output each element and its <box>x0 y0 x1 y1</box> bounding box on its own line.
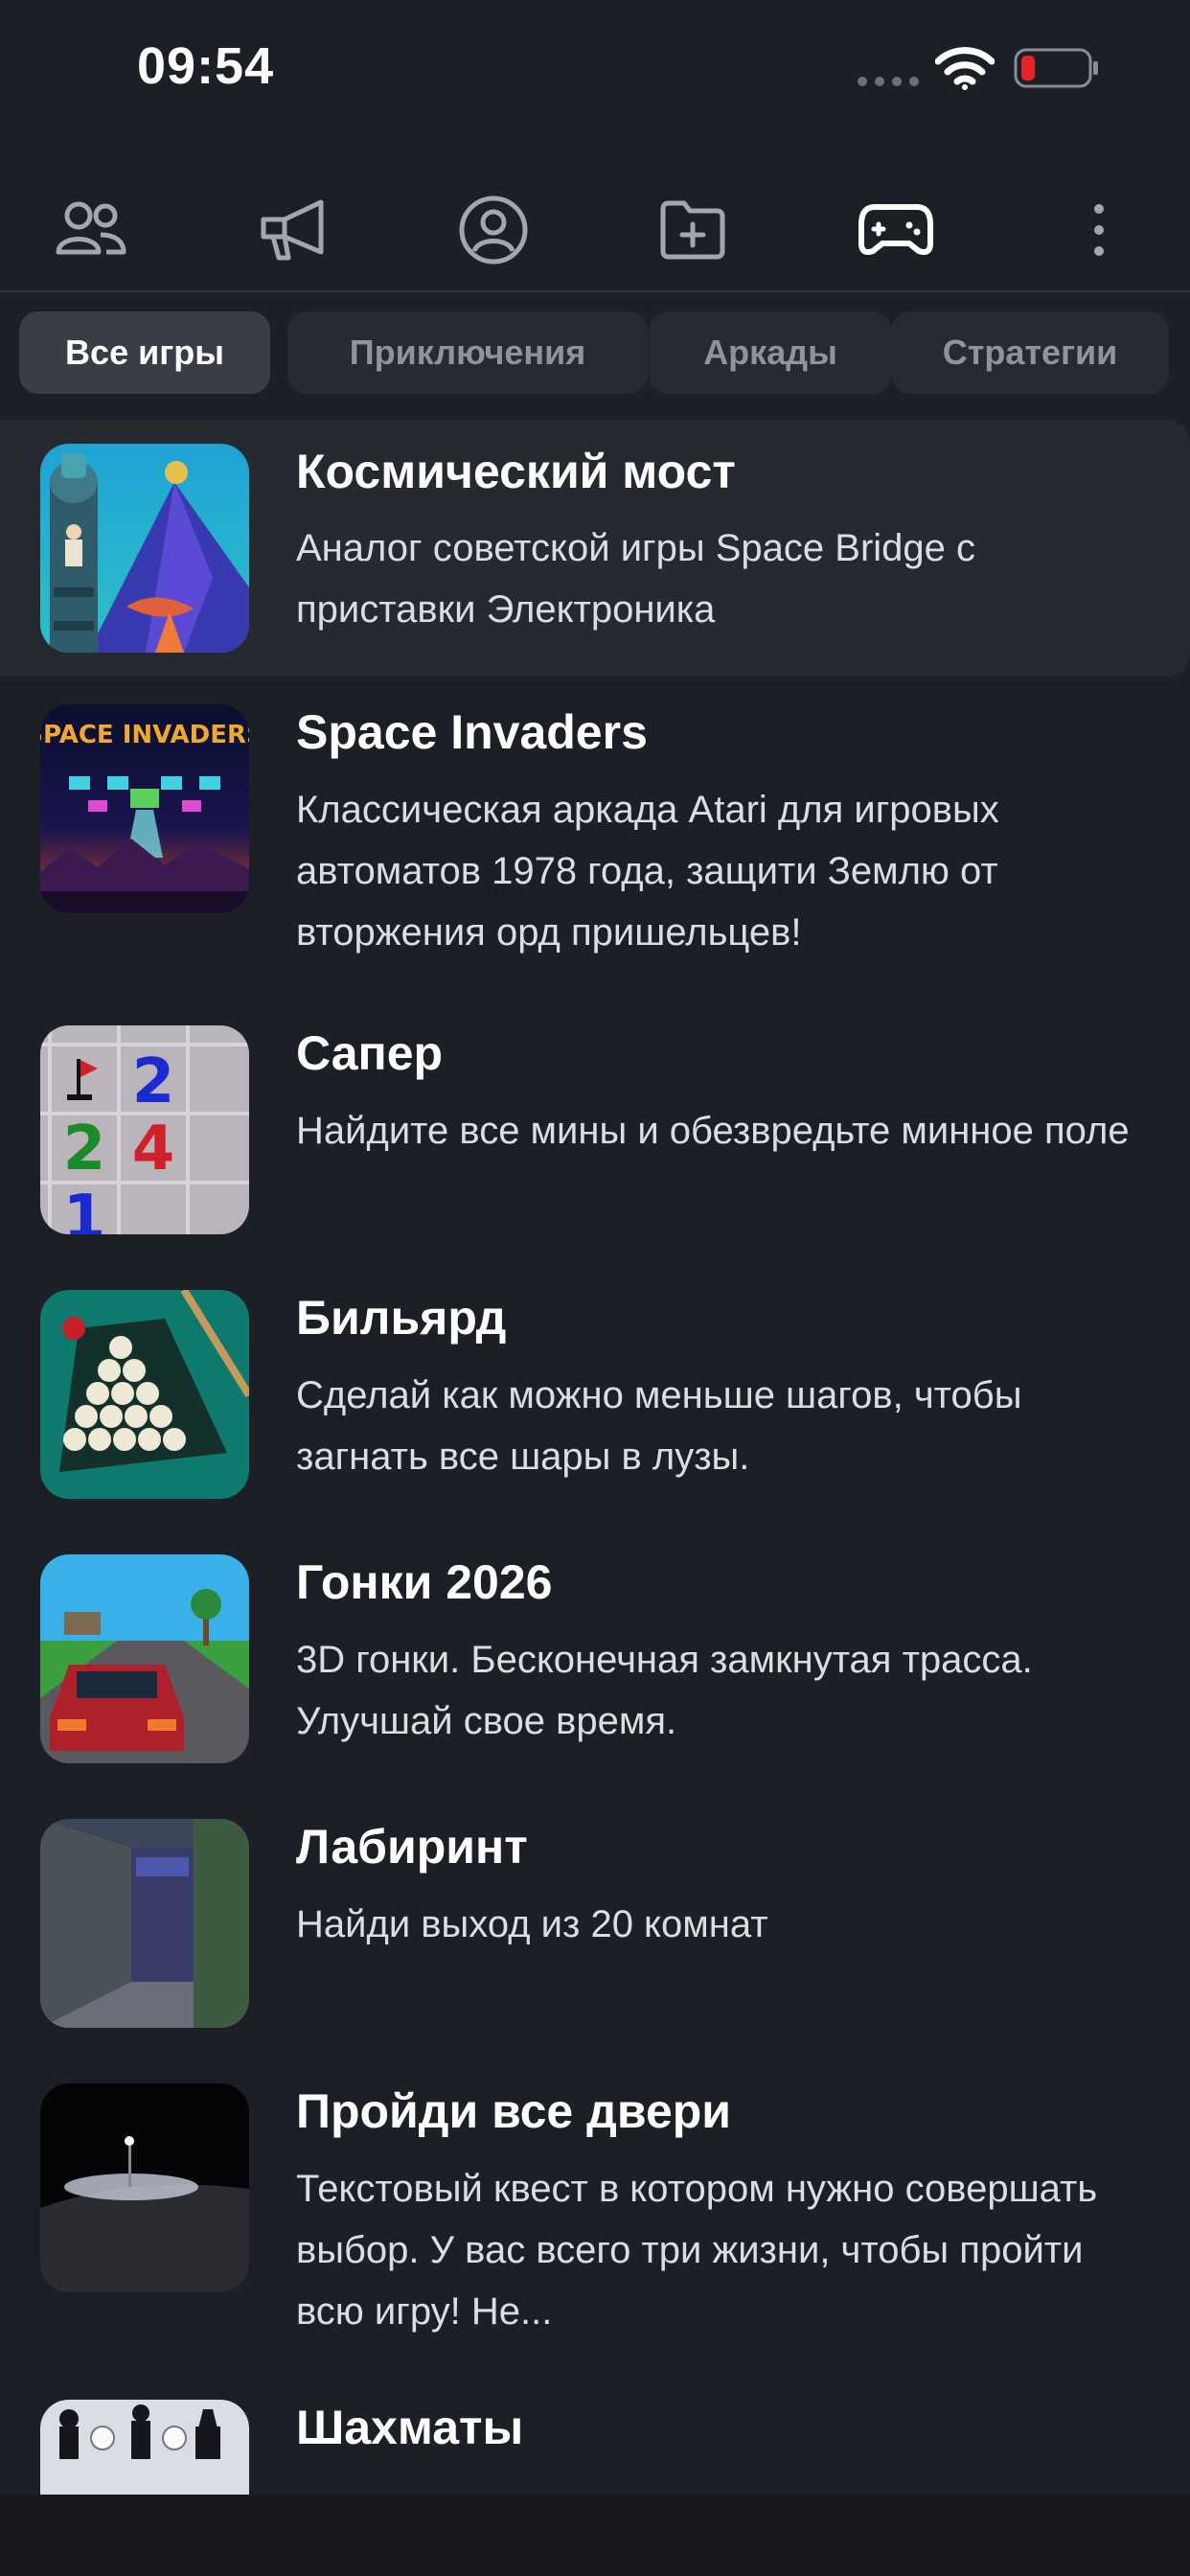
game-description: Аналог советской игры Space Bridge с при… <box>296 527 976 631</box>
game-description: 3D гонки. Бесконечная замкнутая трасса. … <box>296 1639 1033 1742</box>
game-title: Лабиринт <box>296 1820 528 1874</box>
profile-icon[interactable] <box>450 187 537 273</box>
list-item[interactable]: 2 2 4 1 Сапер Найдите все мины и обезвре… <box>0 1000 1190 1264</box>
wifi-icon <box>934 46 995 90</box>
game-thumbnail <box>40 444 249 653</box>
battery-low-icon <box>1014 48 1100 88</box>
list-item[interactable]: Шахматы <box>0 2374 1190 2495</box>
tab-adventures[interactable]: Приключения <box>287 311 648 394</box>
game-description: Найди выход из 20 комнат <box>296 1903 768 1945</box>
signal-dots-icon <box>858 77 919 86</box>
game-title: Пройди все двери <box>296 2084 732 2138</box>
game-title: Бильярд <box>296 1291 507 1345</box>
game-description: Сделай как можно меньше шагов, чтобы заг… <box>296 1374 1022 1478</box>
svg-text:1: 1 <box>63 1183 106 1234</box>
game-thumbnail <box>40 1819 249 2028</box>
game-thumbnail <box>40 1290 249 1499</box>
game-description: Текстовый квест в котором нужно совершат… <box>296 2168 1098 2333</box>
list-item[interactable]: SPACE INVADERS Space Invaders Классическ… <box>0 683 1190 1000</box>
list-item[interactable]: Космический мост Аналог советской игры S… <box>0 420 1190 677</box>
list-item[interactable]: Лабиринт Найди выход из 20 комнат <box>0 1793 1190 2058</box>
game-description: Классическая аркада Atari для игровых ав… <box>296 789 999 954</box>
tab-strategies[interactable]: Стратегии <box>891 311 1169 394</box>
list-item[interactable]: Гонки 2026 3D гонки. Бесконечная замкнут… <box>0 1529 1190 1793</box>
status-time: 09:54 <box>137 37 275 95</box>
bottom-bar <box>0 2495 1190 2576</box>
game-thumbnail: SPACE INVADERS <box>40 704 249 913</box>
list-item[interactable]: Пройди все двери Текстовый квест в котор… <box>0 2058 1190 2374</box>
tab-all-games[interactable]: Все игры <box>19 311 270 394</box>
list-item[interactable]: Бильярд Сделай как можно меньше шагов, ч… <box>0 1264 1190 1529</box>
game-description: Найдите все мины и обезвредьте минное по… <box>296 1110 1130 1152</box>
status-bar: 09:54 <box>0 0 1190 144</box>
game-title: Space Invaders <box>296 705 648 759</box>
game-thumbnail <box>40 2400 249 2495</box>
svg-text:4: 4 <box>132 1114 175 1184</box>
svg-text:2: 2 <box>132 1046 175 1117</box>
megaphone-icon[interactable] <box>251 187 337 273</box>
tab-arcades[interactable]: Аркады <box>649 311 892 394</box>
gamepad-icon[interactable] <box>853 187 939 273</box>
game-title: Шахматы <box>296 2401 524 2454</box>
thumb-logo-text: SPACE INVADERS <box>40 721 249 749</box>
game-title: Гонки 2026 <box>296 1555 553 1609</box>
svg-text:2: 2 <box>63 1114 106 1184</box>
game-title: Сапер <box>296 1026 444 1080</box>
game-thumbnail <box>40 2083 249 2292</box>
games-screen: 09:54 Все игры Приключения Аркады Страте… <box>0 0 1190 2576</box>
game-thumbnail: 2 2 4 1 <box>40 1025 249 1234</box>
game-thumbnail <box>40 1554 249 1763</box>
folder-add-icon[interactable] <box>650 187 736 273</box>
friends-icon[interactable] <box>48 187 134 273</box>
top-navigation <box>0 168 1190 292</box>
game-title: Космический мост <box>296 445 736 498</box>
game-list: Космический мост Аналог советской игры S… <box>0 420 1190 2495</box>
more-vertical-icon[interactable] <box>1056 187 1142 273</box>
